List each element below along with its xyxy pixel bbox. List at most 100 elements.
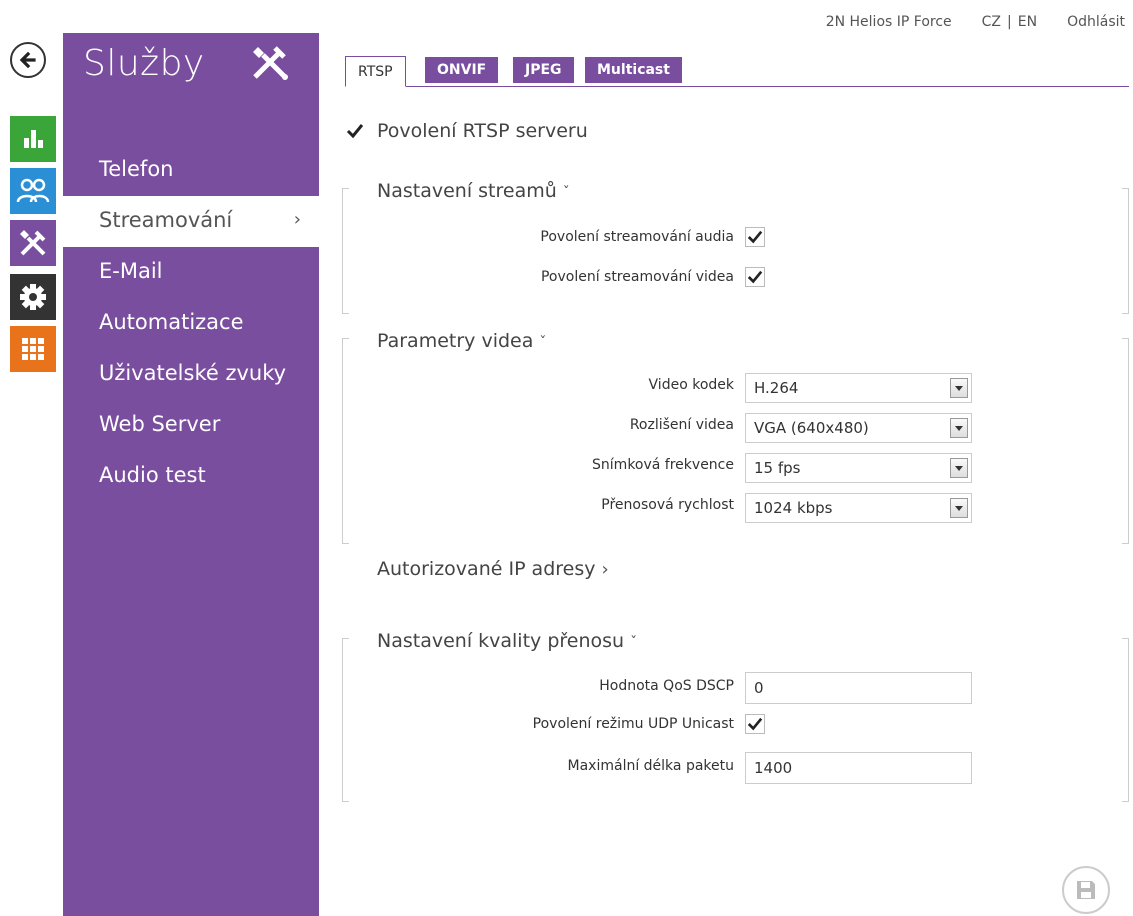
sidebar-item-automatizace[interactable]: Automatizace	[63, 298, 319, 349]
settings-gear-icon	[20, 284, 46, 310]
video-stream-checkbox[interactable]	[745, 267, 765, 287]
authorized-ip-section: Autorizované IP adresy ›	[342, 558, 1129, 588]
language-switch: CZ | EN	[982, 14, 1037, 30]
services-sidebar: Služby Telefon Streamování › E-Mail Autom…	[63, 33, 319, 916]
tools-icon	[249, 43, 293, 87]
tab-bar: RTSP ONVIF JPEG Multicast	[345, 54, 1129, 87]
device-name: 2N Helios IP Force	[825, 14, 952, 30]
video-codec-label: Video kodek	[648, 377, 734, 393]
rail-settings[interactable]	[10, 274, 56, 320]
udp-unicast-checkbox[interactable]	[745, 714, 765, 734]
section-title-text: Nastavení streamů	[377, 180, 557, 202]
rail-users[interactable]	[10, 168, 56, 214]
frame-rate-select[interactable]: 15 fps	[745, 453, 972, 483]
lang-cz-link[interactable]: CZ	[982, 14, 1001, 30]
udp-unicast-row: Povolení režimu UDP Unicast	[342, 710, 1129, 740]
stream-settings-section: Nastavení streamů ˇ Povolení streamování …	[342, 178, 1129, 314]
audio-stream-label: Povolení streamování audia	[540, 229, 734, 245]
sidebar-item-label: Web Server	[99, 412, 221, 436]
status-chart-icon	[24, 130, 43, 148]
sidebar-item-label: Telefon	[99, 157, 174, 181]
rail-status[interactable]	[10, 116, 56, 162]
sidebar-item-streamovani[interactable]: Streamování ›	[63, 196, 319, 247]
sidebar-item-label: Automatizace	[99, 310, 244, 334]
packet-length-label: Maximální délka paketu	[567, 758, 734, 774]
lang-separator: |	[1007, 14, 1012, 30]
video-resolution-row: Rozlišení videa VGA (640x480)	[342, 411, 1129, 443]
video-resolution-label: Rozlišení videa	[629, 417, 734, 433]
chevron-down-icon: ˇ	[562, 185, 570, 201]
sidebar-item-label: Uživatelské zvuky	[99, 361, 287, 385]
video-resolution-select[interactable]: VGA (640x480)	[745, 413, 972, 443]
rail-services[interactable]	[10, 220, 56, 266]
dropdown-arrow-icon	[950, 498, 968, 518]
qos-label: Hodnota QoS DSCP	[599, 678, 734, 694]
tab-rtsp[interactable]: RTSP	[345, 56, 406, 87]
tab-multicast[interactable]: Multicast	[585, 57, 682, 83]
rail-apps[interactable]	[10, 326, 56, 372]
sidebar-nav: Telefon Streamování › E-Mail Automatizace…	[63, 145, 319, 502]
packet-length-row: Maximální délka paketu	[342, 750, 1129, 784]
video-codec-select[interactable]: H.264	[745, 373, 972, 403]
checkmark-icon	[747, 717, 763, 731]
audio-stream-row: Povolení streamování audia	[342, 223, 1129, 253]
sidebar-item-email[interactable]: E-Mail	[63, 247, 319, 298]
video-stream-label: Povolení streamování videa	[540, 269, 734, 285]
video-params-section: Parametry videa ˇ Video kodek H.264 Rozli…	[342, 328, 1129, 544]
bitrate-row: Přenosová rychlost 1024 kbps	[342, 491, 1129, 523]
sidebar-item-label: Audio test	[99, 463, 206, 487]
sidebar-item-web-server[interactable]: Web Server	[63, 400, 319, 451]
video-resolution-value: VGA (640x480)	[754, 419, 869, 437]
checkmark-icon	[346, 124, 364, 139]
save-disk-icon	[1077, 881, 1095, 899]
back-arrow-icon	[19, 51, 36, 69]
chevron-down-icon: ˇ	[630, 635, 638, 651]
dropdown-arrow-icon	[950, 458, 968, 478]
packet-length-input[interactable]	[745, 752, 972, 784]
frame-rate-label: Snímková frekvence	[592, 457, 734, 473]
video-params-title[interactable]: Parametry videa ˇ	[377, 330, 553, 352]
video-codec-value: H.264	[754, 379, 799, 397]
sidebar-item-audio-test[interactable]: Audio test	[63, 451, 319, 502]
top-links: 2N Helios IP Force CZ | EN Odhlásit	[826, 14, 1125, 30]
logout-link[interactable]: Odhlásit	[1067, 14, 1125, 30]
bitrate-label: Přenosová rychlost	[601, 497, 734, 513]
bitrate-select[interactable]: 1024 kbps	[745, 493, 972, 523]
dropdown-arrow-icon	[950, 418, 968, 438]
tab-jpeg[interactable]: JPEG	[513, 57, 574, 83]
enable-rtsp-checkbox[interactable]	[345, 121, 365, 141]
audio-stream-checkbox[interactable]	[745, 227, 765, 247]
udp-unicast-label: Povolení režimu UDP Unicast	[532, 716, 734, 732]
chevron-right-icon: ›	[293, 209, 301, 230]
qos-input[interactable]	[745, 672, 972, 704]
stream-settings-title[interactable]: Nastavení streamů ˇ	[377, 180, 576, 202]
frame-rate-row: Snímková frekvence 15 fps	[342, 451, 1129, 483]
enable-rtsp-label: Povolení RTSP serveru	[377, 120, 588, 142]
authorized-ip-title[interactable]: Autorizované IP adresy ›	[377, 558, 609, 580]
apps-grid-icon	[22, 338, 44, 360]
chevron-right-icon: ›	[601, 559, 609, 580]
section-title-text: Parametry videa	[377, 330, 534, 352]
video-codec-row: Video kodek H.264	[342, 371, 1129, 403]
sidebar-item-label: Streamování	[99, 208, 233, 232]
qos-row: Hodnota QoS DSCP	[342, 670, 1129, 704]
tab-onvif[interactable]: ONVIF	[425, 57, 499, 83]
section-title-text: Nastavení kvality přenosu	[377, 630, 625, 652]
chevron-down-icon: ˇ	[539, 335, 547, 351]
dropdown-arrow-icon	[950, 378, 968, 398]
back-button[interactable]	[10, 42, 46, 78]
sidebar-title: Služby	[83, 43, 205, 84]
sidebar-item-telefon[interactable]: Telefon	[63, 145, 319, 196]
sidebar-item-uzivatelske-zvuky[interactable]: Uživatelské zvuky	[63, 349, 319, 400]
transmission-quality-section: Nastavení kvality přenosu ˇ Hodnota QoS D…	[342, 628, 1129, 802]
frame-rate-value: 15 fps	[754, 459, 801, 477]
video-stream-row: Povolení streamování videa	[342, 263, 1129, 293]
lang-en-link[interactable]: EN	[1018, 14, 1037, 30]
save-button[interactable]	[1062, 866, 1110, 914]
users-icon	[16, 178, 50, 203]
transmission-quality-title[interactable]: Nastavení kvality přenosu ˇ	[377, 630, 644, 652]
services-tools-icon	[20, 230, 46, 256]
bitrate-value: 1024 kbps	[754, 499, 833, 517]
checkmark-icon	[747, 270, 763, 284]
checkmark-icon	[747, 230, 763, 244]
